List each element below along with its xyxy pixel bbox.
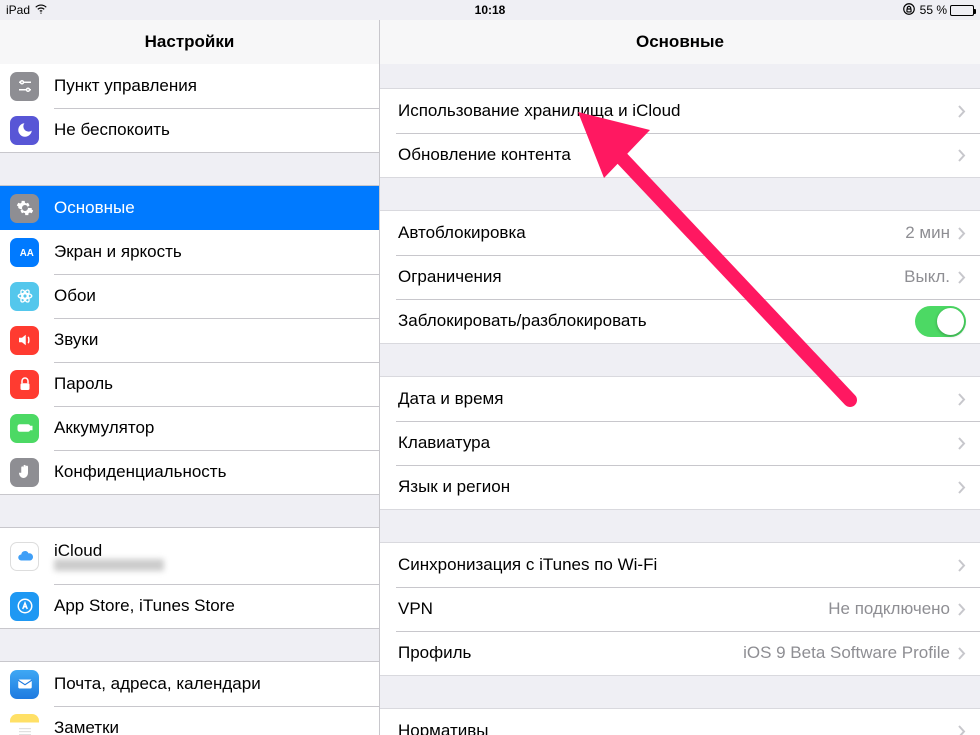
device-label: iPad <box>6 3 30 17</box>
icloud-account-blurred <box>54 559 164 571</box>
sidebar-title: Настройки <box>0 20 380 64</box>
sidebar-item-label: Конфиденциальность <box>54 462 363 482</box>
row-itunes-wifi-sync[interactable]: Синхронизация с iTunes по Wi-Fi <box>380 543 980 587</box>
sidebar-item-general[interactable]: Основные <box>0 186 379 230</box>
sidebar-item-mail[interactable]: Почта, адреса, календари <box>0 662 379 706</box>
sidebar-item-label: Основные <box>54 198 363 218</box>
settings-sidebar[interactable]: Пункт управления Не беспокоить Основные … <box>0 64 380 735</box>
sidebar-item-wallpaper[interactable]: Обои <box>0 274 379 318</box>
row-lock-unlock[interactable]: Заблокировать/разблокировать <box>380 299 980 343</box>
chevron-right-icon <box>958 481 966 494</box>
wifi-icon <box>34 2 48 19</box>
hand-icon <box>10 458 39 487</box>
wallpaper-icon <box>10 282 39 311</box>
sidebar-item-label: Аккумулятор <box>54 418 363 438</box>
detail-title: Основные <box>380 20 980 64</box>
chevron-right-icon <box>958 393 966 406</box>
gear-icon <box>10 194 39 223</box>
row-label: Заблокировать/разблокировать <box>398 311 915 331</box>
lock-unlock-toggle[interactable] <box>915 306 966 337</box>
chevron-right-icon <box>958 647 966 660</box>
row-vpn[interactable]: VPN Не подключено <box>380 587 980 631</box>
row-label: Автоблокировка <box>398 223 905 243</box>
chevron-right-icon <box>958 149 966 162</box>
notes-icon <box>10 714 39 735</box>
sidebar-item-label: Звуки <box>54 330 363 350</box>
battery-indicator: 55 % <box>920 3 974 17</box>
clock: 10:18 <box>475 3 506 17</box>
row-label: Клавиатура <box>398 433 958 453</box>
svg-text:AA: AA <box>19 248 33 259</box>
row-label: VPN <box>398 599 828 619</box>
row-storage-icloud[interactable]: Использование хранилища и iCloud <box>380 89 980 133</box>
row-value: iOS 9 Beta Software Profile <box>743 643 950 663</box>
sidebar-item-sounds[interactable]: Звуки <box>0 318 379 362</box>
lock-icon <box>10 370 39 399</box>
chevron-right-icon <box>958 437 966 450</box>
icloud-icon <box>10 542 39 571</box>
sidebar-item-privacy[interactable]: Конфиденциальность <box>0 450 379 494</box>
sidebar-item-battery[interactable]: Аккумулятор <box>0 406 379 450</box>
statusbar: iPad 10:18 55 % <box>0 0 980 20</box>
sidebar-item-label: Заметки <box>54 718 363 735</box>
row-label: Использование хранилища и iCloud <box>398 101 958 121</box>
row-value: Выкл. <box>904 267 950 287</box>
row-autolock[interactable]: Автоблокировка 2 мин <box>380 211 980 255</box>
sidebar-item-icloud[interactable]: iCloud <box>0 528 379 584</box>
general-detail-pane[interactable]: Использование хранилища и iCloud Обновле… <box>380 64 980 735</box>
row-language-region[interactable]: Язык и регион <box>380 465 980 509</box>
chevron-right-icon <box>958 271 966 284</box>
sidebar-item-appstore[interactable]: App Store, iTunes Store <box>0 584 379 628</box>
sidebar-item-label: Почта, адреса, календари <box>54 674 363 694</box>
sidebar-item-notes[interactable]: Заметки <box>0 706 379 735</box>
row-restrictions[interactable]: Ограничения Выкл. <box>380 255 980 299</box>
battery-settings-icon <box>10 414 39 443</box>
chevron-right-icon <box>958 603 966 616</box>
sidebar-item-display[interactable]: AA Экран и яркость <box>0 230 379 274</box>
brightness-icon: AA <box>10 238 39 267</box>
row-label: Синхронизация с iTunes по Wi-Fi <box>398 555 958 575</box>
sidebar-item-label: iCloud <box>54 541 363 561</box>
sidebar-item-do-not-disturb[interactable]: Не беспокоить <box>0 108 379 152</box>
mail-icon <box>10 670 39 699</box>
chevron-right-icon <box>958 559 966 572</box>
row-date-time[interactable]: Дата и время <box>380 377 980 421</box>
chevron-right-icon <box>958 725 966 735</box>
row-background-refresh[interactable]: Обновление контента <box>380 133 980 177</box>
moon-icon <box>10 116 39 145</box>
row-keyboard[interactable]: Клавиатура <box>380 421 980 465</box>
chevron-right-icon <box>958 227 966 240</box>
battery-icon <box>950 5 974 16</box>
row-value: Не подключено <box>828 599 950 619</box>
sidebar-item-label: Экран и яркость <box>54 242 363 262</box>
sound-icon <box>10 326 39 355</box>
control-center-icon <box>10 72 39 101</box>
sidebar-item-label: Не беспокоить <box>54 120 363 140</box>
navbar: Настройки Основные <box>0 20 980 64</box>
row-profile[interactable]: Профиль iOS 9 Beta Software Profile <box>380 631 980 675</box>
row-label: Обновление контента <box>398 145 958 165</box>
row-label: Язык и регион <box>398 477 958 497</box>
row-value: 2 мин <box>905 223 950 243</box>
row-label: Дата и время <box>398 389 958 409</box>
row-label: Ограничения <box>398 267 904 287</box>
row-label: Профиль <box>398 643 743 663</box>
sidebar-item-control-center[interactable]: Пункт управления <box>0 64 379 108</box>
sidebar-item-passcode[interactable]: Пароль <box>0 362 379 406</box>
sidebar-item-label: Обои <box>54 286 363 306</box>
chevron-right-icon <box>958 105 966 118</box>
battery-pct: 55 % <box>920 3 947 17</box>
orientation-lock-icon <box>902 2 916 19</box>
sidebar-item-label: Пункт управления <box>54 76 363 96</box>
row-regulatory[interactable]: Нормативы <box>380 709 980 735</box>
sidebar-item-label: Пароль <box>54 374 363 394</box>
appstore-icon <box>10 592 39 621</box>
sidebar-item-label: App Store, iTunes Store <box>54 596 363 616</box>
row-label: Нормативы <box>398 721 958 735</box>
